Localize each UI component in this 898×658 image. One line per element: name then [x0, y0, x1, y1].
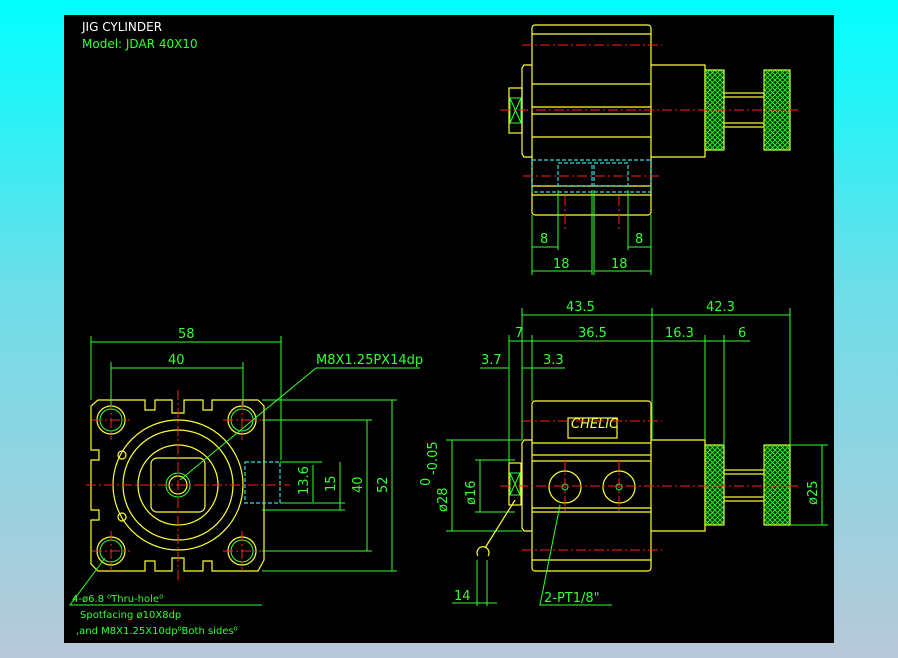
dim-18-right: 18: [611, 257, 628, 272]
port-callout: 2-PT1/8": [544, 591, 600, 606]
brand-label: CHELIC: [571, 417, 619, 432]
dim-15: 15: [324, 475, 339, 492]
drawing-title: JIG CYLINDER: [81, 20, 162, 34]
dim-dia-28: ø28: [436, 488, 451, 513]
hole-note-1: 4-ø6.8 ⁰Thru-hole⁰: [72, 594, 163, 605]
dim-40-pitch: 40: [168, 353, 185, 368]
knurled-knob-1-side: [704, 444, 725, 526]
dim-8-left: 8: [540, 232, 548, 247]
dim-3-3: 3.3: [543, 353, 564, 368]
dim-dia-28-tolerance-upper: 0: [419, 478, 434, 486]
side-view: CHELIC 43.5 42.3 7 36.5 16.3 6 3.7 3.3 ø…: [419, 300, 828, 606]
top-view: 8 8 18 18: [500, 24, 800, 275]
dim-dia-16: ø16: [464, 481, 479, 506]
dim-7: 7: [515, 326, 523, 341]
dim-36-5: 36.5: [578, 326, 607, 341]
knurled-knob-2-side: [763, 444, 791, 526]
dim-58: 58: [178, 327, 195, 342]
dim-40-height: 40: [351, 476, 366, 493]
model-label: Model: JDAR 40X10: [82, 37, 198, 51]
dim-6: 6: [738, 326, 746, 341]
dim-8-right: 8: [635, 232, 643, 247]
dim-14: 14: [454, 589, 471, 604]
dim-42-3: 42.3: [706, 300, 735, 315]
dim-52: 52: [376, 476, 391, 493]
dim-43-5: 43.5: [566, 300, 595, 315]
cad-drawing: JIG CYLINDER Model: JDAR 40X10 58 40 13.…: [69, 20, 828, 637]
dim-dia-25: ø25: [806, 481, 821, 506]
hole-note-3: ,and M8X1.25X10dp⁰Both sides⁰: [76, 626, 238, 637]
hole-note-2: Spotfacing ø10X8dp: [80, 610, 181, 621]
thread-callout: M8X1.25PX14dp: [316, 353, 423, 368]
dim-3-7: 3.7: [481, 353, 502, 368]
side-port-hidden: [244, 461, 281, 504]
dim-16-3: 16.3: [665, 326, 694, 341]
front-view: 58 40 13.6 15 40 52 M8X1.25PX14dp 4-ø6.8…: [69, 327, 423, 637]
dim-18-left: 18: [553, 257, 570, 272]
dim-13-6: 13.6: [297, 466, 312, 495]
dim-dia-28-tolerance: -0.05: [426, 441, 441, 475]
